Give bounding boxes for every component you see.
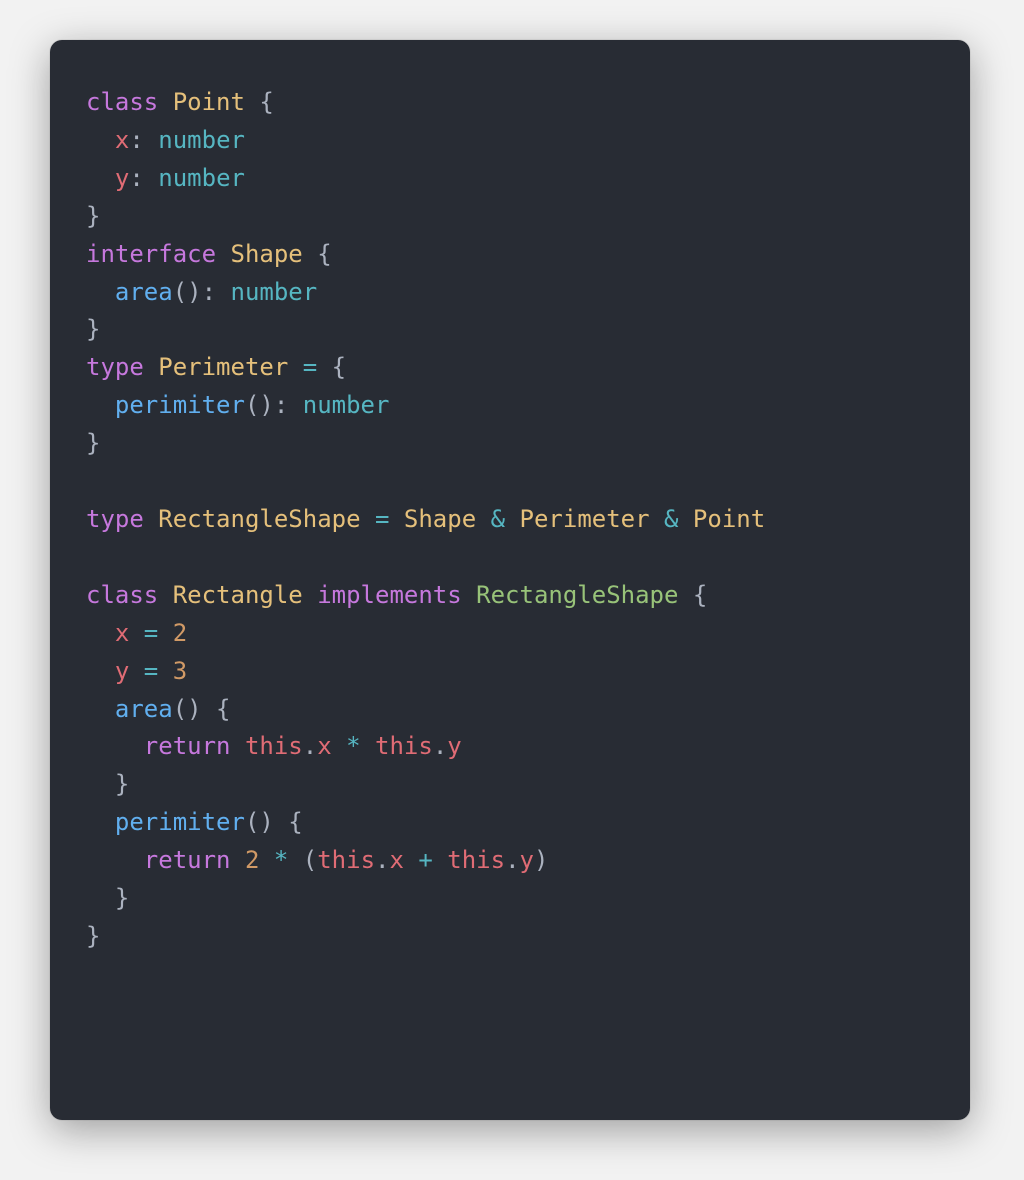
token-punct <box>361 732 375 760</box>
token-punct <box>259 846 273 874</box>
token-classname: RectangleShape <box>158 505 360 533</box>
token-punct <box>462 581 476 609</box>
token-punct <box>650 505 664 533</box>
token-punct <box>86 846 144 874</box>
token-punct <box>231 732 245 760</box>
token-number: 3 <box>173 657 187 685</box>
token-op: = <box>144 657 158 685</box>
token-punct <box>505 505 519 533</box>
token-punct: : <box>129 164 158 192</box>
token-punct: { <box>317 353 346 381</box>
token-typename: RectangleShape <box>476 581 678 609</box>
token-punct <box>332 732 346 760</box>
token-punct: ( <box>288 846 317 874</box>
token-prop: x <box>389 846 403 874</box>
token-punct: (): <box>245 391 303 419</box>
token-punct <box>404 846 418 874</box>
token-op: * <box>346 732 360 760</box>
token-punct: . <box>505 846 519 874</box>
token-keyword: class <box>86 581 173 609</box>
token-op: & <box>491 505 505 533</box>
token-punct: () { <box>245 808 303 836</box>
token-keyword: return <box>144 732 231 760</box>
token-prop: x <box>86 619 144 647</box>
token-punct: } <box>86 770 129 798</box>
token-method: area <box>115 695 173 723</box>
token-prop: y <box>520 846 534 874</box>
token-punct: ) <box>534 846 548 874</box>
token-prop: y <box>86 657 144 685</box>
token-punct <box>231 846 245 874</box>
token-classname: Perimeter <box>158 353 288 381</box>
token-type: number <box>303 391 390 419</box>
token-punct: (): <box>173 278 231 306</box>
token-punct: } <box>86 202 100 230</box>
code-card: class Point { x: number y: number } inte… <box>50 40 970 1120</box>
token-punct <box>288 353 302 381</box>
token-punct <box>433 846 447 874</box>
token-type: number <box>158 164 245 192</box>
token-op: = <box>144 619 158 647</box>
token-punct <box>476 505 490 533</box>
token-punct <box>86 278 115 306</box>
token-punct <box>86 808 115 836</box>
token-punct: } <box>86 429 100 457</box>
token-keyword: return <box>144 846 231 874</box>
token-punct <box>158 657 172 685</box>
token-punct <box>678 505 692 533</box>
token-punct: . <box>433 732 447 760</box>
token-classname: Perimeter <box>520 505 650 533</box>
token-punct: { <box>678 581 707 609</box>
token-method: perimiter <box>115 391 245 419</box>
token-punct: } <box>86 884 129 912</box>
token-prop: y <box>86 164 129 192</box>
token-method: area <box>115 278 173 306</box>
token-classname: Shape <box>231 240 303 268</box>
token-this: this <box>375 732 433 760</box>
token-this: this <box>447 846 505 874</box>
token-keyword: interface <box>86 240 231 268</box>
token-classname: Point <box>693 505 765 533</box>
token-keyword: implements <box>317 581 462 609</box>
token-op: + <box>418 846 432 874</box>
token-method: perimiter <box>115 808 245 836</box>
token-punct: . <box>303 732 317 760</box>
token-type: number <box>231 278 318 306</box>
token-prop: y <box>447 732 461 760</box>
token-punct <box>158 619 172 647</box>
token-punct: . <box>375 846 389 874</box>
token-this: this <box>245 732 303 760</box>
token-type: number <box>158 126 245 154</box>
token-keyword: class <box>86 88 173 116</box>
token-punct: { <box>245 88 274 116</box>
token-prop: x <box>86 126 129 154</box>
token-punct <box>389 505 403 533</box>
token-keyword: type <box>86 505 158 533</box>
token-punct <box>86 391 115 419</box>
token-punct <box>86 732 144 760</box>
token-op: = <box>375 505 389 533</box>
token-keyword: type <box>86 353 158 381</box>
token-classname: Shape <box>404 505 476 533</box>
token-prop: x <box>317 732 331 760</box>
token-punct <box>303 581 317 609</box>
token-number: 2 <box>245 846 259 874</box>
token-punct <box>86 695 115 723</box>
token-punct: } <box>86 922 100 950</box>
token-punct: { <box>303 240 332 268</box>
token-number: 2 <box>173 619 187 647</box>
token-classname: Rectangle <box>173 581 303 609</box>
token-this: this <box>317 846 375 874</box>
code-content: class Point { x: number y: number } inte… <box>86 88 765 950</box>
token-op: & <box>664 505 678 533</box>
token-classname: Point <box>173 88 245 116</box>
token-punct: } <box>86 315 100 343</box>
token-op: * <box>274 846 288 874</box>
token-punct <box>361 505 375 533</box>
token-punct: () { <box>173 695 231 723</box>
token-op: = <box>303 353 317 381</box>
code-block: class Point { x: number y: number } inte… <box>50 40 970 1000</box>
token-punct: : <box>129 126 158 154</box>
